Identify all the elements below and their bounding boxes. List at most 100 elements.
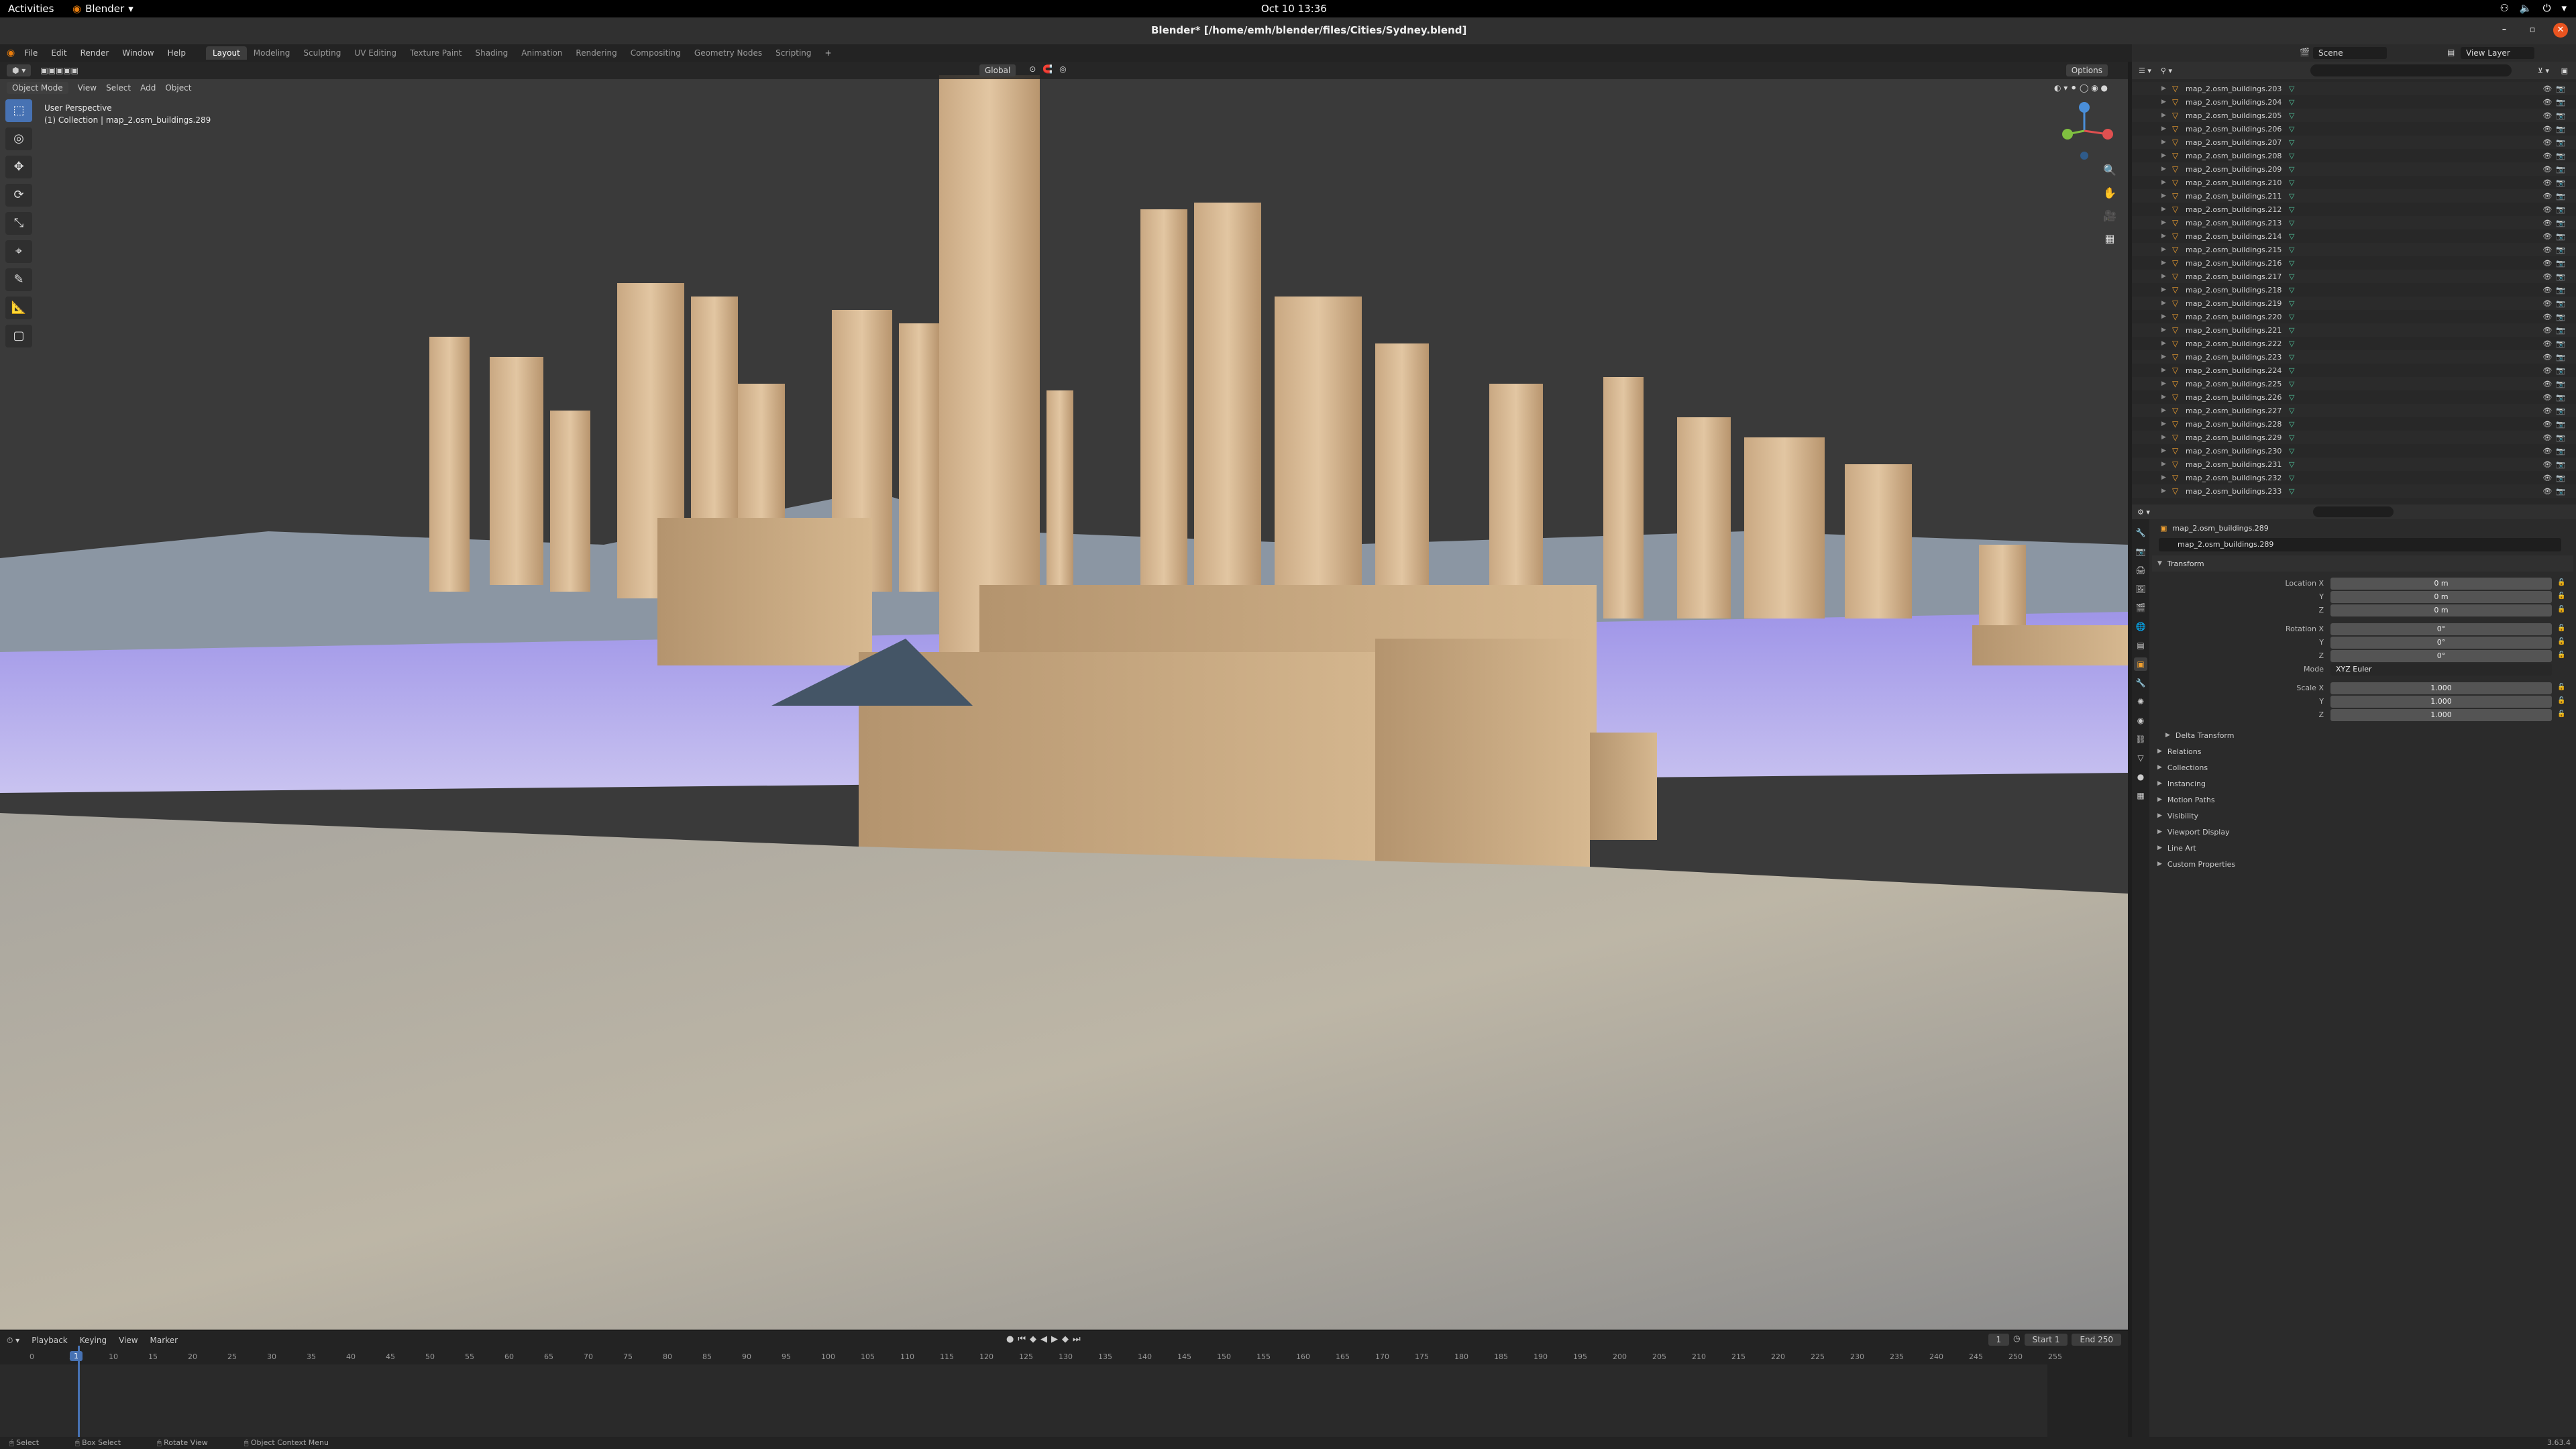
outliner-row[interactable]: ▶ ▽ map_2.osm_buildings.216 ▽ 👁📷	[2132, 256, 2576, 270]
pan-hand-icon[interactable]: ✋	[2098, 186, 2121, 204]
app-menu[interactable]: ◉ Blender ▾	[72, 3, 133, 15]
expand-arrow-icon[interactable]: ▶	[2161, 380, 2166, 387]
expand-arrow-icon[interactable]: ▶	[2161, 206, 2166, 213]
scale-y-field[interactable]: 1.000	[2330, 696, 2552, 708]
outliner-row[interactable]: ▶ ▽ map_2.osm_buildings.232 ▽ 👁📷	[2132, 471, 2576, 484]
cursor-tool-icon[interactable]: ◎	[5, 127, 32, 150]
viewport-menu-select[interactable]: Select	[106, 83, 131, 93]
visibility-toggles[interactable]: 👁📷	[2542, 205, 2569, 214]
collection-tab-icon[interactable]: ▤	[2134, 639, 2147, 652]
outliner-editor-type-icon[interactable]: ☰ ▾	[2139, 66, 2151, 75]
panel-instancing[interactable]: ▶ Instancing	[2152, 775, 2573, 792]
visibility-toggles[interactable]: 👁📷	[2542, 380, 2569, 388]
outliner-row[interactable]: ▶ ▽ map_2.osm_buildings.204 ▽ 👁📷	[2132, 95, 2576, 109]
texture-tab-icon[interactable]: ▦	[2134, 789, 2147, 802]
visibility-toggles[interactable]: 👁📷	[2542, 460, 2569, 469]
expand-arrow-icon[interactable]: ▶	[2161, 219, 2166, 226]
viewport-menu-add[interactable]: Add	[140, 83, 156, 93]
mesh-data-icon[interactable]: ▽	[2289, 85, 2294, 93]
location-y-field[interactable]: 0 m	[2330, 591, 2552, 603]
mesh-data-icon[interactable]: ▽	[2289, 192, 2294, 201]
close-button[interactable]: ✕	[2553, 23, 2568, 38]
outliner-row[interactable]: ▶ ▽ map_2.osm_buildings.212 ▽ 👁📷	[2132, 203, 2576, 216]
outliner-row[interactable]: ▶ ▽ map_2.osm_buildings.223 ▽ 👁📷	[2132, 350, 2576, 364]
mesh-data-icon[interactable]: ▽	[2289, 407, 2294, 415]
timeline-menu-view[interactable]: View	[119, 1336, 138, 1345]
expand-arrow-icon[interactable]: ▶	[2161, 407, 2166, 414]
mesh-data-icon[interactable]: ▽	[2289, 353, 2294, 362]
panel-viewport-display[interactable]: ▶ Viewport Display	[2152, 824, 2573, 840]
filter-funnel-icon[interactable]: ⊻ ▾	[2538, 66, 2549, 75]
mesh-data-icon[interactable]: ▽	[2289, 259, 2294, 268]
expand-arrow-icon[interactable]: ▶	[2161, 233, 2166, 239]
outliner-row[interactable]: ▶ ▽ map_2.osm_buildings.225 ▽ 👁📷	[2132, 377, 2576, 390]
expand-arrow-icon[interactable]: ▶	[2161, 152, 2166, 159]
visibility-toggles[interactable]: 👁📷	[2542, 433, 2569, 442]
menu-edit[interactable]: Edit	[51, 48, 66, 58]
mesh-data-icon[interactable]: ▽	[2289, 152, 2294, 160]
tab-compositing[interactable]: Compositing	[624, 46, 688, 60]
add-workspace-button[interactable]: +	[818, 46, 839, 60]
lock-icon[interactable]: 🔓	[2557, 592, 2565, 600]
visibility-toggles[interactable]: 👁📷	[2542, 259, 2569, 268]
visibility-toggles[interactable]: 👁📷	[2542, 138, 2569, 147]
expand-arrow-icon[interactable]: ▶	[2161, 99, 2166, 105]
outliner-row[interactable]: ▶ ▽ map_2.osm_buildings.224 ▽ 👁📷	[2132, 364, 2576, 377]
visibility-toggles[interactable]: 👁📷	[2542, 152, 2569, 160]
panel-visibility[interactable]: ▶ Visibility	[2152, 808, 2573, 824]
expand-arrow-icon[interactable]: ▶	[2161, 125, 2166, 132]
outliner-row[interactable]: ▶ ▽ map_2.osm_buildings.219 ▽ 👁📷	[2132, 297, 2576, 310]
mesh-data-icon[interactable]: ▽	[2289, 393, 2294, 402]
outliner-row[interactable]: ▶ ▽ map_2.osm_buildings.230 ▽ 👁📷	[2132, 444, 2576, 458]
activities-button[interactable]: Activities	[8, 3, 54, 15]
outliner-row[interactable]: ▶ ▽ map_2.osm_buildings.228 ▽ 👁📷	[2132, 417, 2576, 431]
maximize-button[interactable]: ▫	[2525, 23, 2540, 38]
view-layer-tab-icon[interactable]: 🖼	[2134, 582, 2147, 596]
expand-arrow-icon[interactable]: ▶	[2161, 139, 2166, 146]
tab-sculpting[interactable]: Sculpting	[297, 46, 347, 60]
visibility-toggles[interactable]: 👁📷	[2542, 246, 2569, 254]
scale-x-field[interactable]: 1.000	[2330, 682, 2552, 694]
visibility-toggles[interactable]: 👁📷	[2542, 165, 2569, 174]
viewport-menu-object[interactable]: Object	[165, 83, 191, 93]
physics-tab-icon[interactable]: ◉	[2134, 714, 2147, 727]
mesh-data-icon[interactable]: ▽	[2289, 433, 2294, 442]
visibility-toggles[interactable]: 👁📷	[2542, 487, 2569, 496]
object-name-field[interactable]: map_2.osm_buildings.289	[2159, 538, 2561, 551]
lock-icon[interactable]: 🔓	[2557, 651, 2565, 659]
transform-orientation-dropdown[interactable]: Global	[979, 64, 1016, 76]
mesh-data-icon[interactable]: ▽	[2289, 380, 2294, 388]
delta-transform-subpanel[interactable]: ▶ Delta Transform	[2152, 727, 2573, 743]
transform-tool-icon[interactable]: ⌖	[5, 240, 32, 263]
properties-search-input[interactable]	[2313, 506, 2394, 517]
clock[interactable]: Oct 10 13:36	[1261, 3, 1327, 15]
end-frame-field[interactable]: End 250	[2072, 1334, 2121, 1346]
outliner-row[interactable]: ▶ ▽ map_2.osm_buildings.205 ▽ 👁📷	[2132, 109, 2576, 122]
prev-keyframe-icon[interactable]: ◆	[1030, 1334, 1036, 1344]
start-frame-field[interactable]: Start 1	[2024, 1334, 2068, 1346]
location-z-field[interactable]: 0 m	[2330, 604, 2552, 616]
mesh-data-icon[interactable]: ▽	[2289, 366, 2294, 375]
expand-arrow-icon[interactable]: ▶	[2161, 85, 2166, 92]
visibility-toggles[interactable]: 👁📷	[2542, 353, 2569, 362]
outliner-row[interactable]: ▶ ▽ map_2.osm_buildings.206 ▽ 👁📷	[2132, 122, 2576, 136]
modifier-tab-icon[interactable]: 🔧	[2134, 676, 2147, 690]
mesh-data-icon[interactable]: ▽	[2289, 420, 2294, 429]
visibility-toggles[interactable]: 👁📷	[2542, 313, 2569, 321]
rotation-y-field[interactable]: 0°	[2330, 637, 2552, 649]
outliner-row[interactable]: ▶ ▽ map_2.osm_buildings.222 ▽ 👁📷	[2132, 337, 2576, 350]
mesh-data-icon[interactable]: ▽	[2289, 125, 2294, 133]
mesh-data-icon[interactable]: ▽	[2289, 246, 2294, 254]
panel-line-art[interactable]: ▶ Line Art	[2152, 840, 2573, 856]
expand-arrow-icon[interactable]: ▶	[2161, 300, 2166, 307]
outliner-row[interactable]: ▶ ▽ map_2.osm_buildings.211 ▽ 👁📷	[2132, 189, 2576, 203]
measure-tool-icon[interactable]: 📐	[5, 297, 32, 319]
outliner-row[interactable]: ▶ ▽ map_2.osm_buildings.210 ▽ 👁📷	[2132, 176, 2576, 189]
visibility-toggles[interactable]: 👁📷	[2542, 98, 2569, 107]
lock-icon[interactable]: 🔓	[2557, 579, 2565, 586]
mesh-data-icon[interactable]: ▽	[2289, 98, 2294, 107]
visibility-toggles[interactable]: 👁📷	[2542, 407, 2569, 415]
tab-shading[interactable]: Shading	[468, 46, 515, 60]
visibility-toggles[interactable]: 👁📷	[2542, 339, 2569, 348]
visibility-toggles[interactable]: 👁📷	[2542, 125, 2569, 133]
